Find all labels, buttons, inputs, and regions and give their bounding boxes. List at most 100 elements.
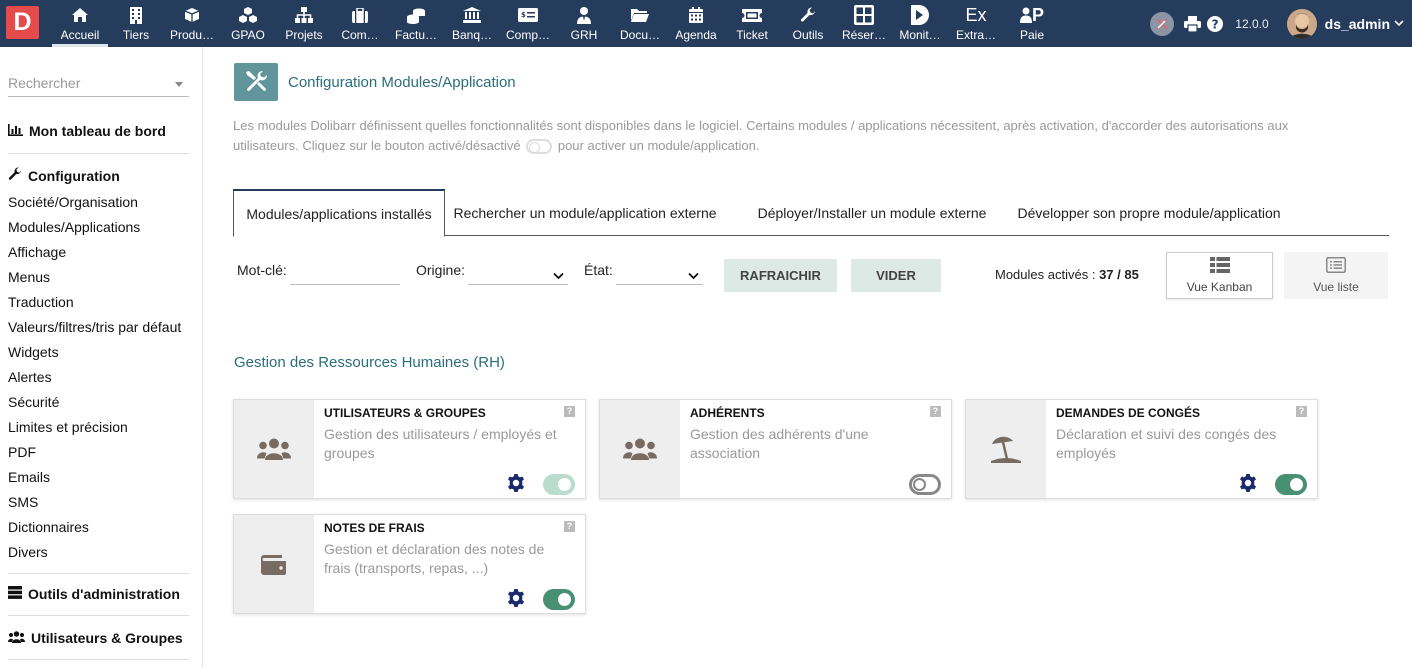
help-icon[interactable]: ? [1207, 15, 1224, 32]
module-toggle-notes-frais[interactable] [543, 589, 575, 610]
cube-icon [184, 5, 200, 25]
menu-item-accueil[interactable]: Accueil [52, 0, 108, 47]
module-toggle-conges[interactable] [1275, 474, 1307, 495]
dolibarr-logo[interactable]: D [6, 6, 39, 39]
sidebar-item-widgets[interactable]: Widgets [8, 344, 59, 360]
module-description: Gestion des utilisateurs / employés et g… [324, 426, 557, 461]
play-icon [909, 5, 931, 25]
sidebar-item-divers[interactable]: Divers [8, 544, 48, 560]
sidebar-dashboard[interactable]: Mon tableau de bord [8, 123, 166, 139]
home-icon [71, 5, 89, 25]
coins-icon [406, 5, 426, 25]
modules-count-active: 37 [1099, 267, 1114, 282]
th-icon [1209, 257, 1230, 276]
sidebar-item-dictionnaires[interactable]: Dictionnaires [8, 519, 89, 535]
sidebar-item-valeurs[interactable]: Valeurs/filtres/tris par défaut [8, 319, 181, 335]
sidebar-item-modules[interactable]: Modules/Applications [8, 219, 140, 235]
help-icon[interactable]: ? [1296, 406, 1307, 417]
kanban-view-button[interactable]: Vue Kanban [1166, 252, 1273, 299]
sidebar-item-emails[interactable]: Emails [8, 469, 50, 485]
gear-icon[interactable] [506, 588, 526, 613]
chevron-down-icon[interactable] [1394, 20, 1404, 27]
menu-label: GPAO [231, 28, 265, 42]
menu-item-outils[interactable]: Outils [780, 0, 836, 47]
menu-label: Outils [792, 28, 824, 42]
avatar[interactable] [1286, 8, 1317, 39]
sidebar-item-alertes[interactable]: Alertes [8, 369, 52, 385]
sidebar-divider [8, 153, 189, 154]
menu-item-comptabilite[interactable]: $ Comp… [500, 0, 556, 47]
sidebar-admin-tools-label: Outils d'administration [28, 586, 180, 602]
user-p-icon: P [1019, 5, 1044, 25]
menu-label: Projets [285, 28, 323, 42]
users-icon [234, 400, 314, 498]
search-placeholder: Rechercher [8, 75, 81, 91]
keyword-input[interactable] [290, 259, 400, 285]
menu-item-agenda[interactable]: Agenda [668, 0, 724, 47]
sidebar-item-traduction[interactable]: Traduction [8, 294, 74, 310]
tab-deploy-external[interactable]: Déployer/Installer un module externe [743, 189, 1001, 236]
origin-select[interactable] [468, 259, 568, 285]
menu-item-tiers[interactable]: Tiers [108, 0, 164, 47]
tools-disabled-icon[interactable] [1150, 11, 1175, 36]
module-title: UTILISATEURS & GROUPES [324, 406, 486, 420]
tab-bar: Modules/applications installés Recherche… [233, 189, 1389, 237]
help-icon[interactable]: ? [930, 406, 941, 417]
tab-installed[interactable]: Modules/applications installés [233, 189, 445, 237]
list-view-button[interactable]: Vue liste [1284, 252, 1388, 299]
state-label: État: [584, 262, 613, 278]
menu-item-documents[interactable]: Docu… [612, 0, 668, 47]
sidebar-configuration[interactable]: Configuration [8, 167, 120, 184]
menu-item-monitoring[interactable]: Monit… [892, 0, 948, 47]
sidebar-item-securite[interactable]: Sécurité [8, 394, 59, 410]
menu-item-reservation[interactable]: Réser… [836, 0, 892, 47]
menu-item-projets[interactable]: Projets [276, 0, 332, 47]
sidebar-admin-tools[interactable]: Outils d'administration [8, 586, 180, 602]
clear-button[interactable]: VIDER [851, 259, 941, 292]
server-icon [8, 586, 22, 602]
sidebar-item-menus[interactable]: Menus [8, 269, 50, 285]
menu-item-banque[interactable]: Banq… [444, 0, 500, 47]
modules-count: Modules activés : 37 / 85 [995, 267, 1139, 282]
chart-bar-icon [8, 123, 23, 139]
menu-item-grh[interactable]: GRH [556, 0, 612, 47]
menu-label: Docu… [619, 28, 660, 42]
username[interactable]: ds_admin [1325, 16, 1390, 32]
menu-item-facturation[interactable]: Factu… [388, 0, 444, 47]
menu-item-extra[interactable]: Ex Extra… [948, 0, 1004, 47]
chevron-down-icon [553, 267, 564, 285]
tab-develop-module[interactable]: Développer son propre module/application [1009, 189, 1289, 236]
suitcase-icon [352, 5, 368, 25]
menu-item-produits[interactable]: Produ… [164, 0, 220, 47]
menu-item-commercial[interactable]: Com… [332, 0, 388, 47]
module-toggle-users[interactable] [543, 474, 575, 495]
caret-down-icon[interactable] [175, 82, 183, 87]
module-toggle-adherents[interactable] [909, 474, 941, 495]
umbrella-beach-icon [966, 400, 1046, 498]
gear-icon[interactable] [1238, 473, 1258, 498]
help-icon[interactable]: ? [564, 521, 575, 532]
gear-icon[interactable] [506, 473, 526, 498]
help-icon[interactable]: ? [564, 406, 575, 417]
sidebar-item-limites[interactable]: Limites et précision [8, 419, 128, 435]
module-card-conges: DEMANDES DE CONGÉS ? Déclaration et suiv… [965, 399, 1318, 499]
sidebar-users-groups-label: Utilisateurs & Groupes [31, 630, 183, 646]
description-line-2a: utilisateurs. Cliquez sur le bouton acti… [233, 138, 521, 153]
sidebar-item-pdf[interactable]: PDF [8, 444, 36, 460]
sidebar-item-affichage[interactable]: Affichage [8, 244, 66, 260]
wrench-icon [800, 5, 816, 25]
state-select[interactable] [616, 259, 703, 285]
search-input[interactable]: Rechercher [8, 73, 189, 97]
refresh-button[interactable]: RAFRAICHIR [724, 259, 837, 292]
tab-search-external[interactable]: Rechercher un module/application externe [445, 189, 725, 236]
sidebar-divider [8, 659, 189, 660]
menu-item-ticket[interactable]: Ticket [724, 0, 780, 47]
menu-label: Agenda [675, 28, 717, 42]
menu-item-paie[interactable]: P Paie [1004, 0, 1060, 47]
menu-item-gpao[interactable]: GPAO [220, 0, 276, 47]
sidebar-item-sms[interactable]: SMS [8, 494, 38, 510]
sidebar-item-societe[interactable]: Société/Organisation [8, 194, 138, 210]
sidebar-users-groups[interactable]: Utilisateurs & Groupes [8, 630, 183, 646]
modules-count-label: Modules activés : [995, 267, 1096, 282]
print-icon[interactable] [1184, 15, 1202, 32]
